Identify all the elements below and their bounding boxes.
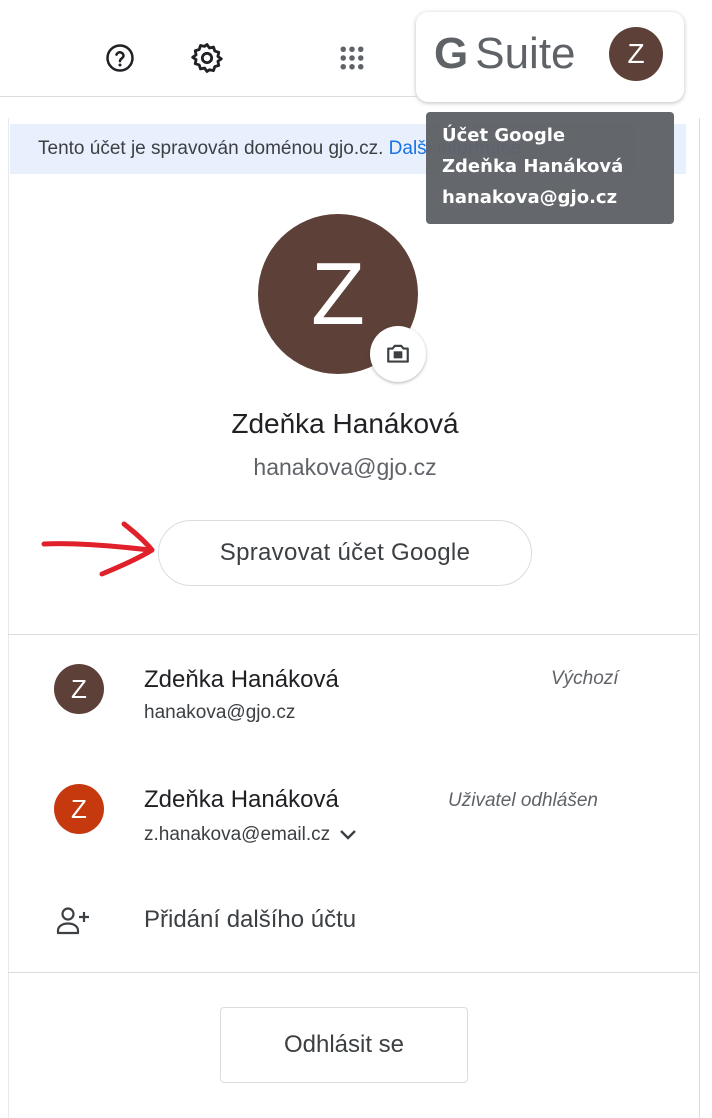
change-photo-button[interactable] bbox=[370, 326, 426, 382]
manage-google-account-button[interactable]: Spravovat účet Google bbox=[158, 520, 532, 586]
top-bar-divider bbox=[0, 96, 418, 97]
account-email-row: z.hanakova@email.cz bbox=[144, 824, 357, 846]
gear-icon bbox=[191, 43, 223, 73]
account-email: hanakova@gjo.cz bbox=[144, 702, 296, 723]
settings-button[interactable] bbox=[183, 34, 231, 82]
account-status: Výchozí bbox=[551, 668, 619, 689]
apps-grid-icon bbox=[340, 46, 364, 70]
account-switcher[interactable]: G Suite Z bbox=[416, 12, 684, 102]
account-row[interactable]: Z Zdeňka Hanáková z.hanakova@email.cz Už… bbox=[8, 768, 698, 878]
add-account-button[interactable]: Přidání dalšího účtu bbox=[8, 888, 698, 958]
account-tooltip: Účet Google Zdeňka Hanáková hanakova@gjo… bbox=[426, 112, 674, 224]
apps-button[interactable] bbox=[328, 34, 376, 82]
annotation-arrow-icon bbox=[41, 521, 155, 577]
profile-email: hanakova@gjo.cz bbox=[253, 454, 437, 480]
add-person-icon bbox=[56, 907, 89, 935]
account-row[interactable]: Z Zdeňka Hanáková hanakova@gjo.cz Výchoz… bbox=[8, 648, 698, 758]
account-avatar: Z bbox=[54, 784, 104, 834]
account-email: z.hanakova@email.cz bbox=[144, 824, 331, 845]
camera-icon bbox=[387, 344, 409, 363]
account-name: Zdeňka Hanáková bbox=[144, 666, 339, 693]
tooltip-title: Účet Google bbox=[442, 125, 566, 146]
divider bbox=[8, 634, 698, 635]
gsuite-logo-g: G bbox=[434, 29, 468, 78]
sign-out-button[interactable]: Odhlásit se bbox=[220, 1007, 468, 1083]
help-button[interactable] bbox=[96, 34, 144, 82]
divider bbox=[8, 972, 698, 973]
tooltip-name: Zdeňka Hanáková bbox=[442, 156, 624, 177]
top-bar: G Suite Z bbox=[0, 0, 712, 102]
profile-name: Zdeňka Hanáková bbox=[231, 408, 459, 439]
add-account-label: Přidání dalšího účtu bbox=[144, 906, 357, 933]
help-circle-icon bbox=[106, 44, 134, 72]
account-avatar: Z bbox=[54, 664, 104, 714]
gsuite-logo: G Suite bbox=[434, 29, 576, 78]
account-name: Zdeňka Hanáková bbox=[144, 786, 339, 813]
banner-text: Tento účet je spravován doménou gjo.cz. bbox=[38, 138, 384, 159]
chevron-down-icon[interactable] bbox=[339, 828, 357, 842]
gsuite-logo-word: Suite bbox=[475, 29, 576, 78]
header-avatar[interactable]: Z bbox=[609, 27, 663, 81]
account-status: Uživatel odhlášen bbox=[448, 790, 598, 811]
tooltip-email: hanakova@gjo.cz bbox=[442, 187, 618, 208]
